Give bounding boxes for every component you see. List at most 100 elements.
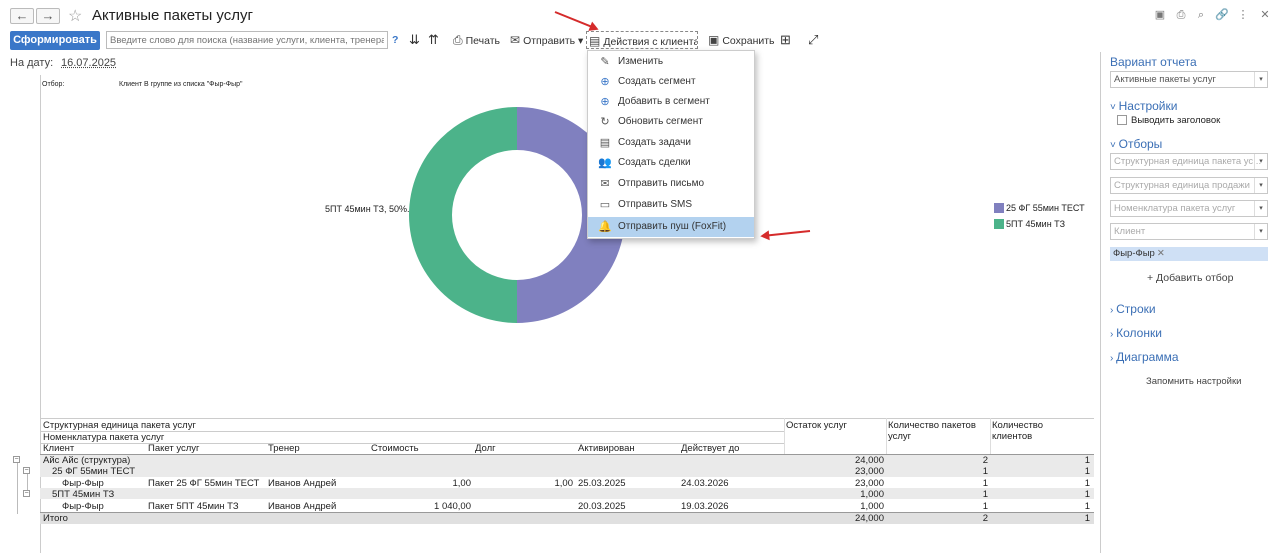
window-title: Активные пакеты услуг xyxy=(92,7,253,24)
row-cost: 1,00 xyxy=(452,478,472,489)
header-package: Пакет услуг xyxy=(148,443,200,454)
table-settings-icon[interactable]: ⊞ xyxy=(780,31,791,49)
forward-button[interactable]: → xyxy=(36,8,60,24)
menu-item-send-email[interactable]: ✉ Отправить письмо xyxy=(588,174,754,194)
collapse-toggle-icon[interactable]: − xyxy=(23,490,30,497)
remember-settings-link[interactable]: Запомнить настройки xyxy=(1146,376,1241,387)
filter-field-3[interactable]: Номенклатура пакета услуг ▾ xyxy=(1110,200,1268,217)
rows-section[interactable]: › Строки xyxy=(1110,302,1156,316)
header-group1: Структурная единица пакета услуг xyxy=(43,420,196,431)
menu-item-create-segment[interactable]: ⊕ Создать сегмент xyxy=(588,72,754,92)
collapse-all-icon[interactable]: ⇈ xyxy=(428,31,439,49)
row-clients: 1 xyxy=(1084,455,1090,466)
total-label: Итого xyxy=(43,513,68,524)
row-clients: 1 xyxy=(1084,489,1090,500)
row-valid-until: 19.03.2026 xyxy=(681,501,729,512)
row-trainer: Иванов Андрей xyxy=(268,501,337,512)
show-header-checkbox[interactable] xyxy=(1117,115,1127,125)
bell-icon: 🔔 xyxy=(598,221,612,233)
save-button[interactable]: ▣ Сохранить xyxy=(708,31,775,49)
columns-section[interactable]: › Колонки xyxy=(1110,326,1162,340)
col-divider xyxy=(990,418,991,454)
row-valid-until: 24.03.2026 xyxy=(681,478,729,489)
menu-item-create-tasks[interactable]: ▤ Создать задачи xyxy=(588,133,754,153)
header-clients-count: Количество клиентов xyxy=(992,420,1044,442)
client-actions-menu: ✎ Изменить ⊕ Создать сегмент ⊕ Добавить в с… xyxy=(587,50,755,239)
variant-label: Вариант отчета xyxy=(1110,55,1197,69)
row-activated: 20.03.2025 xyxy=(578,501,626,512)
legend-swatch-1 xyxy=(994,203,1004,213)
date-value[interactable]: 16.07.2025 xyxy=(61,57,116,69)
task-card-icon: ▤ xyxy=(599,137,611,149)
row-trainer: Иванов Андрей xyxy=(268,478,337,489)
save-window-icon[interactable]: ▣ xyxy=(1154,9,1166,21)
more-icon[interactable]: ⋮ xyxy=(1237,9,1249,21)
legend-label-2: 5ПТ 45мин ТЗ xyxy=(1006,219,1066,229)
link-icon[interactable]: 🔗 xyxy=(1215,9,1229,21)
send-button[interactable]: ✉ Отправить ▾ xyxy=(510,31,583,49)
header-packages-count: Количество пакетов услуг xyxy=(888,420,976,442)
chevron-down-icon: ▾ xyxy=(1254,201,1267,216)
header-remaining: Остаток услуг xyxy=(786,420,847,431)
row-packages: 1 xyxy=(982,489,988,500)
help-button[interactable]: ? xyxy=(392,31,398,49)
annotation-arrow xyxy=(554,11,598,30)
collapse-toggle-icon[interactable]: − xyxy=(13,456,20,463)
filter-field-1[interactable]: Структурная единица пакета ус... ▾ xyxy=(1110,153,1268,170)
filter-tag[interactable]: Фыр-Фыр ✕ xyxy=(1110,247,1268,261)
row-remaining: 1,000 xyxy=(860,501,884,512)
plus-circle-icon: ⊕ xyxy=(600,96,610,108)
date-label: На дату: xyxy=(10,57,54,69)
row-packages: 1 xyxy=(982,478,988,489)
search-window-icon[interactable]: ⌕ xyxy=(1195,9,1207,21)
row-clients: 1 xyxy=(1084,501,1090,512)
tree-line xyxy=(17,462,18,514)
menu-item-refresh-segment[interactable]: ↻ Обновить сегмент xyxy=(588,112,754,132)
filter-field-4[interactable]: Клиент ▾ xyxy=(1110,223,1268,240)
row-activated: 25.03.2025 xyxy=(578,478,626,489)
menu-item-edit[interactable]: ✎ Изменить xyxy=(588,52,754,72)
close-icon[interactable]: ✕ xyxy=(1259,9,1271,21)
collapse-toggle-icon[interactable]: − xyxy=(23,467,30,474)
menu-item-send-push[interactable]: 🔔 Отправить пуш (FoxFit) xyxy=(588,217,754,237)
row-name: 25 ФГ 55мин ТЕСТ xyxy=(52,466,135,477)
fullscreen-icon[interactable]: ⤢ xyxy=(808,31,818,49)
print-button[interactable]: ⎙ Печать xyxy=(453,31,500,49)
refresh-icon: ↻ xyxy=(600,116,610,128)
search-input[interactable] xyxy=(106,31,388,49)
chevron-down-icon: ▾ xyxy=(1254,72,1267,87)
print-window-icon[interactable]: ⎙ xyxy=(1175,9,1187,21)
row-name: Айс Айс (структура) xyxy=(43,455,131,466)
legend-swatch-2 xyxy=(994,219,1004,229)
menu-item-create-deals[interactable]: 👥 Создать сделки xyxy=(588,153,754,173)
row-name: Фыр-Фыр xyxy=(62,501,104,512)
table-top-border xyxy=(40,418,1094,419)
generate-button[interactable]: Сформировать xyxy=(10,31,100,50)
back-button[interactable]: ← xyxy=(10,8,34,24)
row-clients: 1 xyxy=(1084,466,1090,477)
menu-item-send-sms[interactable]: ▭ Отправить SMS xyxy=(588,195,754,215)
client-actions-button[interactable]: ▤Действия с клиентами xyxy=(586,31,698,49)
chart-data-label: 5ПТ 45мин ТЗ, 50%. xyxy=(325,204,410,214)
diagram-section[interactable]: › Диаграмма xyxy=(1110,350,1179,364)
row-package: Пакет 25 ФГ 55мин ТЕСТ xyxy=(148,478,260,489)
pie-slice xyxy=(409,107,517,323)
pencil-icon: ✎ xyxy=(600,56,610,68)
show-header-label: Выводить заголовок xyxy=(1131,115,1221,126)
row-cost: 1 040,00 xyxy=(434,501,471,512)
close-icon[interactable]: ✕ xyxy=(1157,248,1165,259)
users-icon: 👥 xyxy=(598,157,612,169)
favorite-star-icon[interactable]: ☆ xyxy=(68,6,82,26)
printer-icon: ⎙ xyxy=(453,33,463,47)
add-filter-link[interactable]: + Добавить отбор xyxy=(1147,273,1233,284)
header-client: Клиент xyxy=(43,443,75,454)
contact-card-icon: ▤ xyxy=(589,34,601,48)
expand-all-icon[interactable]: ⇊ xyxy=(409,31,420,49)
menu-item-add-to-segment[interactable]: ⊕ Добавить в сегмент xyxy=(588,92,754,112)
filter-field-2[interactable]: Структурная единица продажи ▾ xyxy=(1110,177,1268,194)
filters-section[interactable]: ˅ Отборы xyxy=(1110,137,1162,151)
settings-section[interactable]: ˅ Настройки xyxy=(1110,99,1177,113)
row-remaining: 1,000 xyxy=(860,489,884,500)
variant-select[interactable]: Активные пакеты услуг ▾ xyxy=(1110,71,1268,88)
header-cost: Стоимость xyxy=(371,443,419,454)
